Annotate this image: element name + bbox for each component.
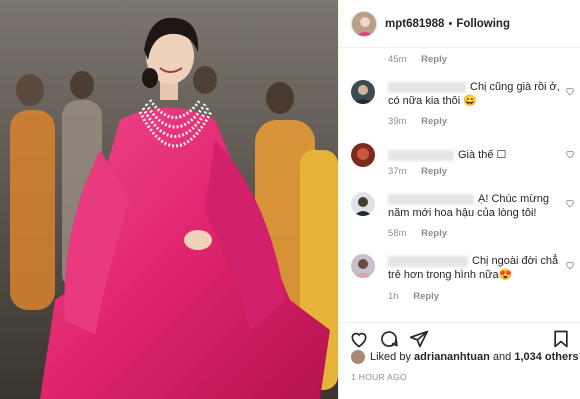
commenter-avatar[interactable]	[351, 80, 375, 104]
reply-button[interactable]: Reply	[421, 228, 447, 239]
author-avatar[interactable]	[351, 10, 377, 37]
caption-meta: 45m Reply	[388, 54, 447, 65]
post-header: mpt681988 • Following	[339, 0, 580, 48]
comment-body: Chị ngoài đời chẳ trẻ hơn trong hình nữa…	[388, 254, 560, 282]
liker-avatar[interactable]	[351, 350, 365, 364]
likes-prefix: Liked by	[370, 351, 411, 363]
comment-text: Già thế ☐	[458, 149, 507, 161]
reply-button[interactable]: Reply	[421, 166, 447, 177]
separator-dot: •	[448, 17, 453, 30]
reply-button[interactable]: Reply	[413, 291, 439, 302]
post-photo	[0, 0, 338, 399]
bookmark-icon[interactable]	[551, 329, 571, 349]
like-comment-icon[interactable]	[565, 86, 575, 96]
liker-username[interactable]: adriananhtuan	[414, 351, 490, 363]
author-username[interactable]: mpt681988	[385, 18, 444, 30]
likes-count[interactable]: 1,034 others	[514, 351, 578, 363]
following-button[interactable]: Following	[456, 18, 510, 30]
likes-summary: Liked by adriananhtuan and 1,034 others	[351, 350, 579, 364]
comment-body: Già thế ☐	[388, 148, 560, 162]
commenter-avatar[interactable]	[351, 143, 375, 167]
reply-button[interactable]: Reply	[421, 54, 447, 65]
blurred-username	[388, 149, 454, 161]
comment-time: 1h	[388, 291, 399, 302]
commenter-avatar[interactable]	[351, 254, 375, 278]
caption-time: 45m	[388, 54, 407, 65]
comment-time: 37m	[388, 166, 407, 177]
comment-body: Ạ! Chúc mừng năm mới hoa hậu của lòng tô…	[388, 192, 560, 220]
commenter-avatar[interactable]	[351, 192, 375, 216]
like-comment-icon[interactable]	[565, 260, 575, 270]
blurred-username	[388, 255, 468, 267]
likes-joiner: and	[492, 351, 512, 363]
comments-panel: mpt681988 • Following 45m Reply Chị cũng…	[338, 0, 580, 399]
like-comment-icon[interactable]	[565, 149, 575, 159]
comment-time: 39m	[388, 116, 407, 127]
post-timestamp: 1 HOUR AGO	[351, 372, 407, 382]
comment-body: Chị cũng già rồi ở, có nữa kia thôi 😄	[388, 80, 560, 108]
heart-icon[interactable]	[349, 329, 369, 349]
comment-icon[interactable]	[379, 329, 399, 349]
comment-meta: 1h Reply	[388, 291, 439, 302]
like-comment-icon[interactable]	[565, 198, 575, 208]
comment-meta: 58m Reply	[388, 228, 447, 239]
blurred-username	[388, 81, 466, 93]
share-icon[interactable]	[409, 329, 429, 349]
comment-time: 58m	[388, 228, 407, 239]
reply-button[interactable]: Reply	[421, 116, 447, 127]
blurred-username	[388, 193, 474, 205]
runway-photo-illustration	[0, 0, 338, 399]
comment-meta: 37m Reply	[388, 166, 447, 177]
comment-meta: 39m Reply	[388, 116, 447, 127]
